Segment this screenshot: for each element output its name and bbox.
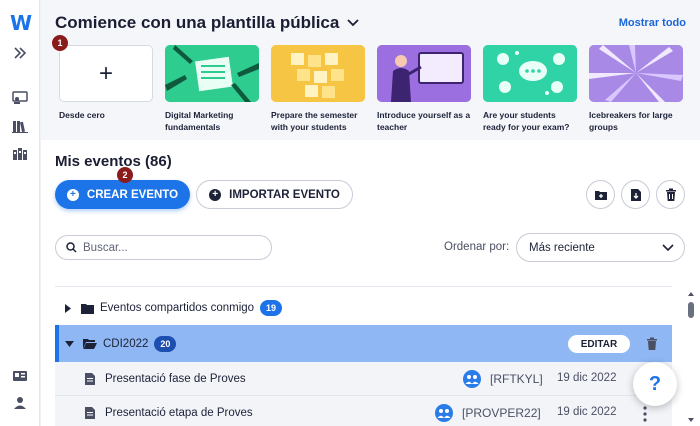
- download-button[interactable]: [621, 180, 650, 209]
- template-card-digital-marketing[interactable]: Digital Marketing fundamentals: [165, 45, 259, 133]
- group-icon: [435, 404, 453, 422]
- count-badge: 20: [154, 335, 177, 352]
- template-thumbnail: [165, 45, 259, 102]
- app-logo[interactable]: W: [10, 12, 32, 34]
- plus-circle-icon: +: [209, 188, 222, 201]
- event-code: [PROVPER22]: [462, 406, 541, 420]
- template-card-icebreakers[interactable]: Icebreakers for large groups: [589, 45, 683, 133]
- trash-icon[interactable]: [646, 337, 658, 351]
- templates-panel: Comience con una plantilla pública Mostr…: [41, 0, 700, 140]
- plus-circle-icon: +: [66, 188, 79, 201]
- event-title: Presentació etapa de Proves: [105, 406, 253, 419]
- group-icon: [463, 370, 481, 388]
- caret-right-icon: [65, 303, 71, 313]
- template-card-introduce-teacher[interactable]: Introduce yourself as a teacher: [377, 45, 471, 133]
- events-panel: Mis eventos (86) 2 + CREAR EVENTO + IMPO…: [41, 140, 700, 426]
- event-title: Presentació fase de Proves: [105, 372, 246, 385]
- folder-label: Eventos compartidos conmigo: [100, 302, 255, 314]
- step-badge-1: 1: [52, 35, 68, 51]
- divider: [55, 286, 672, 287]
- template-thumbnail: [589, 45, 683, 102]
- expand-sidebar-icon[interactable]: [10, 43, 30, 63]
- event-date: 19 dic 2022: [557, 372, 617, 384]
- selection-accent: [55, 325, 59, 362]
- template-thumbnail: [483, 45, 577, 102]
- help-button[interactable]: ?: [633, 362, 677, 406]
- template-thumbnail: [271, 45, 365, 102]
- edit-folder-button[interactable]: EDITAR: [568, 335, 630, 353]
- more-options-icon[interactable]: [643, 406, 647, 422]
- import-event-button[interactable]: + IMPORTAR EVENTO: [196, 180, 353, 209]
- templates-title[interactable]: Comience con una plantilla pública: [55, 13, 359, 33]
- user-icon[interactable]: [10, 393, 30, 413]
- folder-row-shared[interactable]: Eventos compartidos conmigo 19: [55, 296, 672, 320]
- sidebar: W: [0, 0, 40, 426]
- folder-row-cdi2022[interactable]: CDI2022 20 EDITAR: [55, 325, 672, 362]
- event-row[interactable]: Presentació etapa de Proves [PROVPER22] …: [55, 396, 672, 426]
- folder-add-icon: [594, 190, 607, 200]
- template-card-blank[interactable]: + Desde cero: [59, 45, 153, 121]
- template-card-exam-ready[interactable]: Are your students ready for your exam?: [483, 45, 577, 133]
- trash-icon: [665, 188, 676, 201]
- count-badge: 19: [260, 300, 283, 316]
- plus-icon: +: [59, 45, 153, 102]
- map-nav-icon[interactable]: [10, 144, 30, 164]
- library-nav-icon[interactable]: [10, 116, 30, 136]
- search-icon: [66, 242, 77, 253]
- sort-label: Ordenar por:: [444, 241, 510, 253]
- document-icon: [85, 372, 95, 385]
- chevron-down-icon: [347, 19, 359, 27]
- search-input[interactable]: Buscar...: [55, 235, 272, 260]
- event-date: 19 dic 2022: [557, 406, 617, 418]
- caret-down-icon: [65, 340, 74, 347]
- search-placeholder: Buscar...: [83, 241, 128, 254]
- chevron-down-icon: [662, 243, 674, 251]
- template-card-prepare-semester[interactable]: Prepare the semester with your students: [271, 45, 365, 133]
- step-badge-2: 2: [117, 167, 133, 183]
- folder-icon: [81, 303, 94, 314]
- events-title: Mis eventos (86): [55, 153, 172, 170]
- sort-select[interactable]: Más reciente: [516, 233, 685, 262]
- new-folder-button[interactable]: [586, 180, 615, 209]
- file-download-icon: [630, 188, 641, 201]
- template-thumbnail: [377, 45, 471, 102]
- folder-open-icon: [83, 339, 97, 349]
- trash-button[interactable]: [656, 180, 685, 209]
- document-icon: [85, 406, 95, 419]
- main-content: Comience con una plantilla pública Mostr…: [41, 0, 700, 426]
- scrollbar[interactable]: [686, 290, 696, 426]
- id-card-icon[interactable]: [10, 366, 30, 386]
- event-code: [RFTKYL]: [490, 372, 543, 386]
- show-all-link[interactable]: Mostrar todo: [619, 17, 686, 29]
- folder-label: CDI2022: [103, 337, 149, 350]
- event-row[interactable]: Presentació fase de Proves [RFTKYL] 19 d…: [55, 362, 672, 396]
- create-event-button[interactable]: + CREAR EVENTO: [55, 180, 190, 209]
- events-nav-icon[interactable]: [10, 88, 30, 108]
